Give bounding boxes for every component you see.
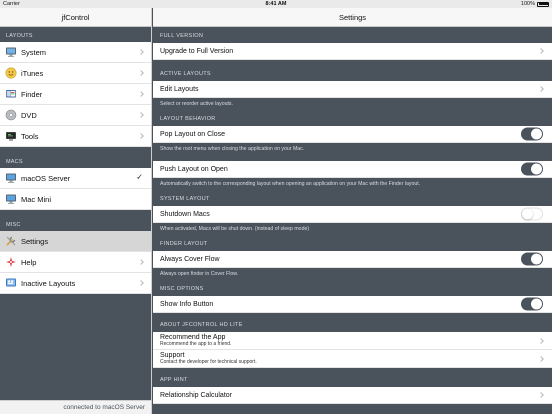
- mac-icon: [5, 193, 17, 205]
- battery-percent: 100%: [520, 1, 535, 7]
- sidebar-item-mac-mini[interactable]: Mac Mini: [0, 189, 151, 210]
- shutdown-row: Shutdown Macs: [153, 206, 552, 223]
- section-label-macs: MACS: [6, 159, 23, 165]
- section-label-misc-options: MISC OPTIONS: [160, 286, 204, 292]
- show-info-toggle[interactable]: [521, 297, 543, 311]
- chevron-right-icon: [138, 49, 144, 55]
- sidebar-item-system[interactable]: System: [0, 42, 151, 63]
- section-label-system-layout: SYSTEM LAYOUT: [160, 196, 210, 202]
- section-label-finder-layout: FINDER LAYOUT: [160, 241, 208, 247]
- cover-flow-footer: Always open finder in Cover Flow.: [160, 271, 239, 277]
- checkmark-icon: ✓: [136, 172, 143, 182]
- dvd-icon: [5, 109, 17, 121]
- chevron-right-icon: [138, 112, 144, 118]
- settings-icon: [5, 235, 17, 247]
- sidebar-item-macos-server[interactable]: macOS Server ✓: [0, 168, 151, 189]
- recommend-row[interactable]: Recommend the App Recommend the app to a…: [153, 332, 552, 350]
- section-label-misc: MISC: [6, 222, 21, 228]
- clock: 8:41 AM: [265, 1, 287, 7]
- inactive-layouts-icon: [5, 277, 17, 289]
- support-label: Support: [160, 351, 185, 359]
- sidebar: jfControl LAYOUTS System iTunes Finder D…: [0, 8, 152, 414]
- system-icon: [5, 46, 17, 58]
- section-label-layouts: LAYOUTS: [6, 33, 33, 39]
- push-layout-row: Push Layout on Open: [153, 161, 552, 178]
- settings-panel: Settings FULL VERSION Upgrade to Full Ve…: [153, 8, 552, 414]
- sidebar-item-help[interactable]: Help: [0, 252, 151, 273]
- shutdown-toggle[interactable]: [521, 207, 543, 221]
- edit-layouts-footer: Select or reorder active layouts.: [160, 101, 233, 107]
- sidebar-item-tools[interactable]: Tools: [0, 126, 151, 147]
- sidebar-item-label: Tools: [21, 131, 39, 141]
- finder-icon: [5, 88, 17, 100]
- sidebar-item-label: Finder: [21, 89, 43, 99]
- relationship-row[interactable]: Relationship Calculator: [153, 387, 552, 404]
- chevron-right-icon: [538, 337, 544, 344]
- relationship-label: Relationship Calculator: [160, 391, 232, 399]
- chevron-right-icon: [538, 355, 544, 362]
- support-row[interactable]: Support Contact the developer for techni…: [153, 350, 552, 368]
- recommend-subtitle: Recommend the app to a friend.: [160, 341, 232, 348]
- push-layout-toggle[interactable]: [521, 162, 543, 176]
- push-layout-footer: Automatically switch to the correspondin…: [160, 181, 421, 187]
- pop-layout-row: Pop Layout on Close: [153, 126, 552, 143]
- shutdown-footer: When activated, Macs will be shut down. …: [160, 226, 310, 232]
- show-info-label: Show Info Button: [160, 300, 214, 308]
- cover-flow-row: Always Cover Flow: [153, 251, 552, 268]
- sidebar-item-inactive-layouts[interactable]: Inactive Layouts: [0, 273, 151, 294]
- sidebar-item-label: Mac Mini: [21, 194, 52, 204]
- sidebar-item-label: Inactive Layouts: [21, 278, 76, 288]
- pop-layout-toggle[interactable]: [521, 127, 543, 141]
- chevron-right-icon: [138, 70, 144, 76]
- sidebar-item-label: System: [21, 47, 47, 57]
- chevron-right-icon: [538, 86, 544, 92]
- sidebar-title: jfControl: [0, 8, 151, 27]
- section-label-about: ABOUT JFCONTROL HD LITE: [160, 322, 243, 328]
- page-title: Settings: [153, 8, 552, 27]
- sidebar-item-label: Settings: [21, 236, 49, 246]
- mac-icon: [5, 172, 17, 184]
- sidebar-item-finder[interactable]: Finder: [0, 84, 151, 105]
- cover-flow-label: Always Cover Flow: [160, 255, 220, 263]
- sidebar-item-itunes[interactable]: iTunes: [0, 63, 151, 84]
- upgrade-row[interactable]: Upgrade to Full Version: [153, 43, 552, 60]
- show-info-row: Show Info Button: [153, 296, 552, 313]
- pop-layout-label: Pop Layout on Close: [160, 130, 225, 138]
- cover-flow-toggle[interactable]: [521, 252, 543, 266]
- sidebar-item-label: iTunes: [21, 68, 44, 78]
- sidebar-item-label: Help: [21, 257, 37, 267]
- sidebar-item-label: DVD: [21, 110, 37, 120]
- section-label-layout-behavior: LAYOUT BEHAVIOR: [160, 116, 216, 122]
- sidebar-item-dvd[interactable]: DVD: [0, 105, 151, 126]
- chevron-right-icon: [538, 392, 544, 398]
- push-layout-label: Push Layout on Open: [160, 165, 228, 173]
- tools-icon: [5, 130, 17, 142]
- chevron-right-icon: [138, 133, 144, 139]
- chevron-right-icon: [538, 48, 544, 54]
- section-label-full-version: FULL VERSION: [160, 33, 204, 39]
- chevron-right-icon: [138, 91, 144, 97]
- battery-icon: [537, 1, 549, 7]
- upgrade-label: Upgrade to Full Version: [160, 47, 234, 55]
- help-icon: [5, 256, 17, 268]
- support-subtitle: Contact the developer for technical supp…: [160, 359, 257, 366]
- sidebar-item-settings[interactable]: Settings: [0, 231, 151, 252]
- itunes-icon: [5, 67, 17, 79]
- chevron-right-icon: [138, 259, 144, 265]
- recommend-label: Recommend the App: [160, 333, 226, 341]
- connection-status: connected to macOS Server: [0, 400, 151, 414]
- sidebar-item-label: macOS Server: [21, 173, 71, 183]
- section-label-app-hint: APP HINT: [160, 377, 188, 383]
- battery-indicator: 100%: [521, 1, 549, 7]
- shutdown-label: Shutdown Macs: [160, 210, 210, 218]
- edit-layouts-row[interactable]: Edit Layouts: [153, 81, 552, 98]
- pop-layout-footer: Show the root menu when closing the appl…: [160, 146, 305, 152]
- status-bar: Carrier 8:41 AM 100%: [0, 0, 552, 8]
- edit-layouts-label: Edit Layouts: [160, 85, 199, 93]
- chevron-right-icon: [138, 280, 144, 286]
- section-label-active-layouts: ACTIVE LAYOUTS: [160, 71, 211, 77]
